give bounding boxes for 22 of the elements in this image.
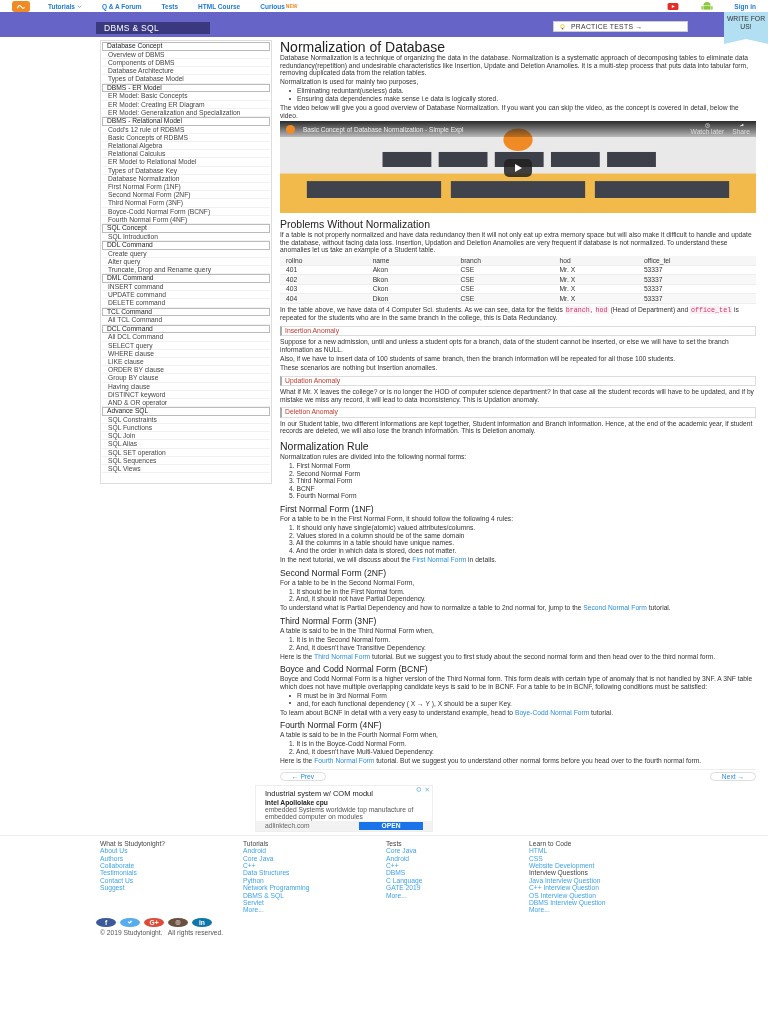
ad-choices-icon[interactable]: [416, 786, 430, 792]
logo-icon[interactable]: [12, 0, 30, 12]
android-icon[interactable]: [700, 1, 715, 11]
bird-icon: [127, 919, 133, 925]
channel-avatar[interactable]: [286, 124, 295, 134]
play-button[interactable]: [504, 159, 532, 178]
section-title: DBMS & SQL: [96, 21, 210, 34]
page-title: Normalization of Database: [280, 40, 446, 54]
play-icon[interactable]: [666, 2, 681, 10]
section-heading: Fourth Normal Form (4NF): [280, 720, 383, 731]
section-heading: Boyce and Codd Normal Form (BCNF): [280, 664, 429, 675]
section-heading: Second Normal Form (2NF): [280, 567, 387, 578]
section-heading: First Normal Form (1NF): [280, 504, 375, 515]
social-icon[interactable]: [168, 917, 188, 927]
camera-icon: [175, 919, 181, 925]
caret-icon[interactable]: [76, 4, 82, 8]
clock-icon: [704, 123, 710, 129]
section-heading: Problems Without Normalization: [280, 219, 431, 231]
section-heading: Third Normal Form (3NF): [280, 615, 378, 626]
lightbulb-icon: [560, 23, 565, 30]
section-heading: Normalization Rule: [280, 440, 370, 452]
share-icon: [738, 123, 744, 129]
